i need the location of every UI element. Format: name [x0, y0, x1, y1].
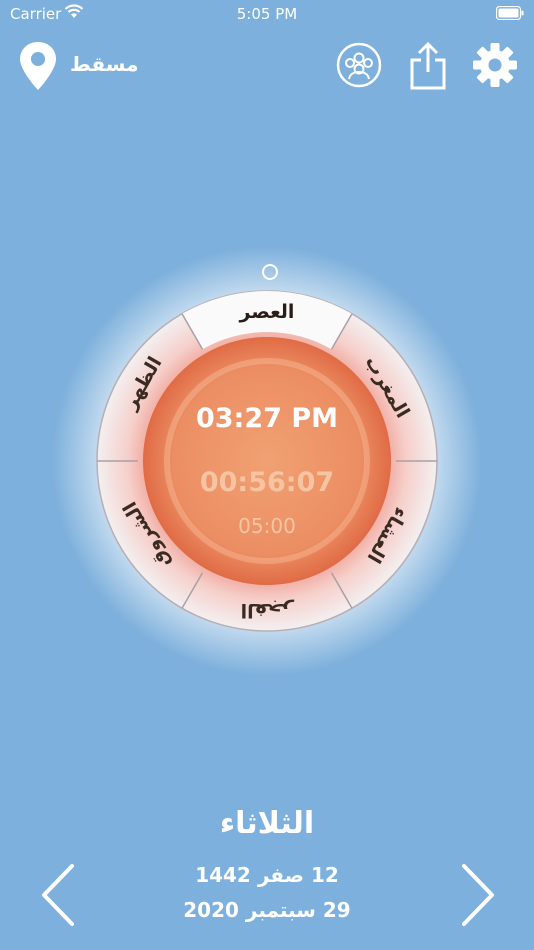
time-remaining: 00:56:07: [200, 467, 334, 498]
day-label: الثلاثاء: [219, 806, 315, 841]
chevron-right-icon[interactable]: [456, 860, 500, 930]
prayer-asr[interactable]: العصر: [239, 301, 295, 323]
current-time: 03:27 PM: [196, 403, 338, 434]
prayer-dial: العصر المغرب العشاء الفجر الشروق الظهر 0…: [52, 246, 482, 676]
prayer-fajr[interactable]: الفجر: [241, 599, 295, 621]
gregorian-date: 29 سبتمبر 2020: [183, 898, 351, 922]
hijri-date: 12 صفر 1442: [195, 863, 339, 887]
dial-core: [143, 337, 391, 585]
next-prayer-time: 05:00: [238, 514, 296, 538]
chevron-left-icon[interactable]: [36, 860, 80, 930]
